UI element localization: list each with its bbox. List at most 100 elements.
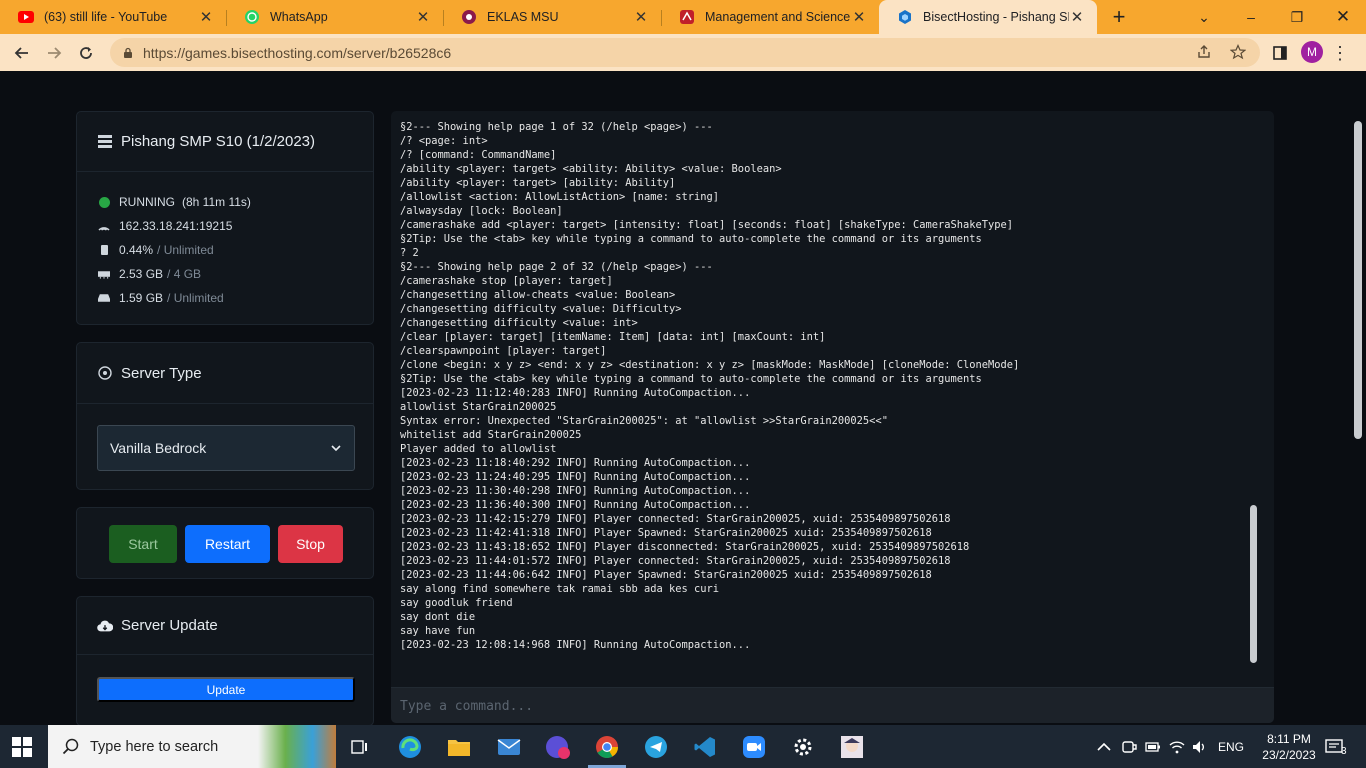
reload-icon[interactable] [72, 39, 100, 67]
settings-gear-icon[interactable] [789, 733, 817, 761]
console-line: /changesetting difficulty <value: int> [400, 317, 638, 329]
address-row: 162.33.18.241:19215 [77, 214, 373, 238]
wifi-tray-icon[interactable] [1169, 725, 1185, 768]
battery-icon[interactable] [1145, 725, 1161, 768]
tab-eklas[interactable]: EKLAS MSU ✕ [443, 0, 661, 34]
lock-icon [124, 47, 132, 58]
start-button[interactable]: Start [109, 525, 177, 563]
anime-app-icon[interactable] [838, 733, 866, 761]
tab-search-chevron-icon[interactable]: ⌄ [1181, 0, 1227, 34]
disk-icon [98, 292, 110, 304]
disk-usage: 1.59 GB [119, 291, 164, 305]
mail-icon[interactable] [495, 733, 523, 761]
tab-title: WhatsApp [270, 10, 328, 24]
console-line: /ability <player: target> [ability: Abil… [400, 177, 676, 189]
windows-start-icon[interactable] [12, 737, 32, 757]
server-type-card: Server Type Vanilla Bedrock [76, 342, 374, 490]
taskbar-clock[interactable]: 8:11 PM 23/2/2023 [1254, 731, 1324, 763]
console-line: allowlist StarGrain200025 [400, 401, 557, 413]
edge-icon[interactable] [396, 733, 424, 761]
eklas-icon [461, 9, 477, 25]
chrome-icon[interactable] [593, 733, 621, 761]
language-indicator[interactable]: ENG [1218, 725, 1244, 768]
stop-button[interactable]: Stop [278, 525, 343, 563]
console-line: [2023-02-23 11:42:41:318 INFO] Player Sp… [400, 527, 932, 539]
close-icon[interactable]: ✕ [1069, 8, 1085, 26]
tab-msu[interactable]: Management and Science U ✕ [661, 0, 879, 34]
command-bar [391, 687, 1274, 723]
console-line: [2023-02-23 11:43:18:652 INFO] Player di… [400, 541, 970, 553]
restart-button[interactable]: Restart [185, 525, 270, 563]
update-button[interactable]: Update [97, 677, 355, 702]
youtube-icon [18, 9, 34, 25]
windows-taskbar: Type here to search ENG 8:11 PM 23/2/202… [0, 725, 1366, 768]
console-line: [2023-02-23 11:24:40:295 INFO] Running A… [400, 471, 751, 483]
clock-date: 23/2/2023 [1262, 748, 1316, 762]
gamepad-icon [97, 365, 113, 381]
page-scrollbar[interactable] [1354, 121, 1362, 439]
volume-icon[interactable] [1192, 725, 1208, 768]
console-line: /camerashake stop [player: target] [400, 275, 613, 287]
share-icon[interactable] [1196, 44, 1212, 60]
bookmark-star-icon[interactable] [1229, 44, 1247, 60]
disk-limit: / Unlimited [167, 291, 224, 305]
side-panel-icon[interactable] [1266, 39, 1294, 67]
close-icon[interactable]: ✕ [198, 8, 214, 26]
menu-dots-icon[interactable]: ⋮ [1326, 39, 1354, 67]
search-icon [62, 738, 79, 754]
address-bar[interactable]: https://games.bisecthosting.com/server/b… [110, 38, 1260, 67]
server-address[interactable]: 162.33.18.241:19215 [119, 219, 232, 233]
server-type-select[interactable]: Vanilla Bedrock [97, 425, 355, 471]
vscode-icon[interactable] [691, 733, 719, 761]
console-line: §2--- Showing help page 2 of 32 (/help <… [400, 261, 713, 273]
console-line: [2023-02-23 11:42:15:279 INFO] Player co… [400, 513, 951, 525]
maximize-icon[interactable]: ❐ [1274, 0, 1320, 34]
notification-center-icon[interactable]: 3 [1325, 725, 1347, 768]
url-text: https://games.bisecthosting.com/server/b… [143, 44, 452, 61]
task-view-icon[interactable] [346, 733, 374, 761]
console-line: /changesetting difficulty <value: Diffic… [400, 303, 682, 315]
back-arrow-icon[interactable] [8, 39, 36, 67]
new-tab-plus-icon[interactable]: + [1106, 4, 1132, 30]
whatsapp-icon [244, 9, 260, 25]
console-line: [2023-02-23 11:12:40:283 INFO] Running A… [400, 387, 751, 399]
memory-row: 2.53 GB / 4 GB [77, 262, 373, 286]
zoom-icon[interactable] [740, 733, 768, 761]
file-explorer-icon[interactable] [445, 733, 473, 761]
tab-title: Management and Science U [705, 10, 851, 24]
minimize-icon[interactable]: – [1228, 0, 1274, 34]
console-line: whitelist add StarGrain200025 [400, 429, 582, 441]
media-app-icon[interactable] [544, 733, 572, 761]
close-icon[interactable]: ✕ [851, 8, 867, 26]
console-line: /clear [player: target] [itemName: Item]… [400, 331, 826, 343]
console-line: /changesetting allow-cheats <value: Bool… [400, 289, 676, 301]
server-update-card: Server Update Update [76, 596, 374, 725]
console-line: Player added to allowlist [400, 443, 557, 455]
console-line: Syntax error: Unexpected "StarGrain20002… [400, 415, 888, 427]
close-icon[interactable]: ✕ [633, 8, 649, 26]
taskbar-search-box[interactable]: Type here to search [48, 725, 336, 768]
console-log: §2--- Showing help page 1 of 32 (/help <… [400, 120, 1245, 652]
console-line: §2--- Showing help page 1 of 32 (/help <… [400, 121, 713, 133]
server-update-heading: Server Update [121, 617, 218, 634]
tab-bisecthosting[interactable]: BisectHosting - Pishang SMP ✕ [879, 0, 1097, 34]
browser-toolbar: https://games.bisecthosting.com/server/b… [0, 34, 1366, 71]
tray-app-icon[interactable] [1121, 725, 1137, 768]
close-icon[interactable]: ✕ [415, 8, 431, 26]
avatar[interactable]: M [1301, 41, 1323, 63]
command-input[interactable] [400, 697, 1260, 715]
console-scrollbar[interactable] [1250, 505, 1257, 663]
tab-youtube[interactable]: (63) still life - YouTube ✕ [0, 0, 226, 34]
search-highlight-image [258, 725, 336, 768]
msu-icon [679, 9, 695, 25]
memory-icon [98, 268, 110, 280]
telegram-icon[interactable] [642, 733, 670, 761]
window-close-icon[interactable]: ✕ [1320, 0, 1366, 34]
tab-title: BisectHosting - Pishang SMP [923, 10, 1069, 24]
server-type-selected: Vanilla Bedrock [110, 440, 207, 456]
tab-whatsapp[interactable]: WhatsApp ✕ [226, 0, 443, 34]
show-hidden-icons-chevron[interactable] [1097, 725, 1111, 768]
console-line: [2023-02-23 11:44:01:572 INFO] Player co… [400, 555, 951, 567]
console-line: say dont die [400, 611, 476, 623]
forward-arrow-icon[interactable] [40, 39, 68, 67]
